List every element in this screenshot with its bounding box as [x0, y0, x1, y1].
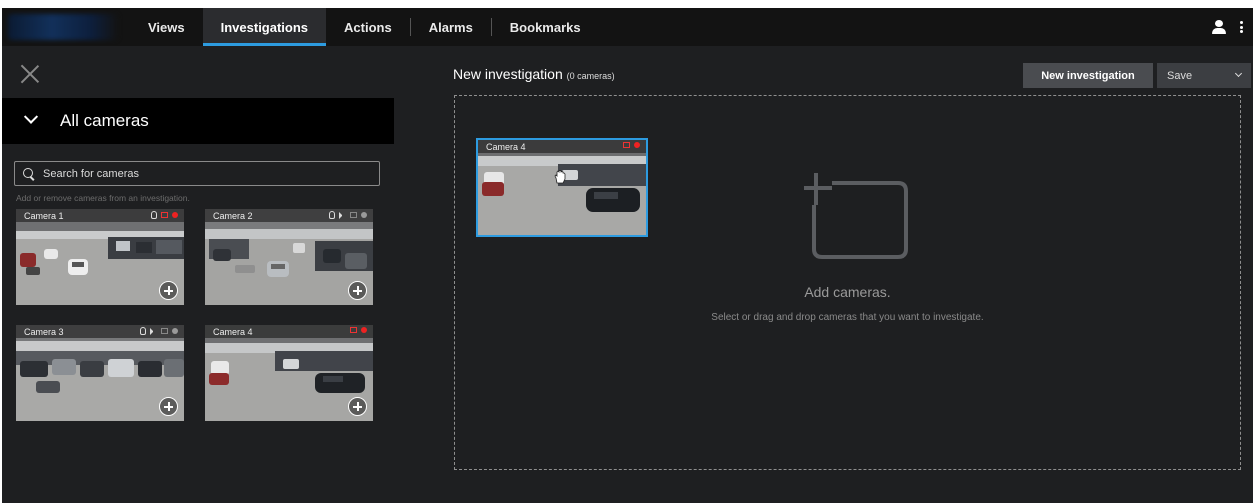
- idle-dot: [361, 212, 367, 218]
- camera-name: Camera 4: [486, 141, 526, 152]
- camera-panel: All cameras Add or remove cameras from a…: [2, 46, 394, 503]
- microphone-icon: [140, 327, 146, 335]
- camera-tile-4[interactable]: Camera 4: [205, 325, 373, 421]
- camera-tile-header: Camera 4: [478, 140, 646, 153]
- search-input[interactable]: [43, 167, 379, 180]
- camera-tile-header: Camera 4: [205, 325, 373, 338]
- main-nav: Views Investigations Actions Alarms Book…: [130, 8, 599, 46]
- camera-status-indicators: [623, 142, 640, 148]
- tab-investigations[interactable]: Investigations: [202, 8, 327, 46]
- save-dropdown-button[interactable]: Save: [1157, 63, 1251, 88]
- tab-bookmarks[interactable]: Bookmarks: [492, 8, 599, 46]
- camera-tile-header: Camera 2: [205, 209, 373, 222]
- dragged-camera-tile[interactable]: Camera 4: [476, 138, 648, 237]
- camera-tile-header: Camera 3: [16, 325, 184, 338]
- investigation-title: New investigation (0 cameras): [453, 66, 615, 82]
- investigation-name: New investigation: [453, 66, 563, 82]
- camera-tile-header: Camera 1: [16, 209, 184, 222]
- tab-alarms[interactable]: Alarms: [411, 8, 491, 46]
- all-cameras-header[interactable]: All cameras: [2, 98, 394, 144]
- new-investigation-button[interactable]: New investigation: [1023, 63, 1153, 88]
- recording-icon: [623, 142, 630, 148]
- camera-tile-3[interactable]: Camera 3: [16, 325, 184, 421]
- camera-tile-1[interactable]: Camera 1: [16, 209, 184, 305]
- top-bar: Views Investigations Actions Alarms Book…: [2, 8, 1253, 46]
- tab-views[interactable]: Views: [130, 8, 203, 46]
- camera-status-indicators: [329, 211, 367, 219]
- user-icon[interactable]: [1212, 20, 1226, 34]
- recording-icon: [161, 212, 168, 218]
- chevron-down-icon: [23, 109, 39, 124]
- add-camera-button[interactable]: [348, 397, 367, 416]
- add-camera-icon: [804, 173, 908, 259]
- speaker-icon: [339, 211, 346, 219]
- top-right-actions: [1212, 8, 1243, 46]
- camera-status-indicators: [151, 211, 178, 219]
- camera-thumbnail: [478, 140, 646, 235]
- camera-search: [14, 161, 380, 186]
- close-icon[interactable]: [20, 64, 40, 84]
- grab-cursor-icon: [554, 170, 566, 184]
- camera-name: Camera 4: [213, 326, 253, 337]
- microphone-icon: [329, 211, 335, 219]
- recording-icon: [350, 327, 357, 333]
- empty-state-subtitle: Select or drag and drop cameras that you…: [711, 312, 984, 323]
- logo: [8, 14, 118, 40]
- camera-name: Camera 3: [24, 326, 64, 337]
- camera-tile-2[interactable]: Camera 2: [205, 209, 373, 305]
- speaker-icon: [150, 327, 157, 335]
- idle-icon: [350, 212, 357, 218]
- microphone-icon: [151, 211, 157, 219]
- recording-dot: [361, 327, 367, 333]
- add-camera-button[interactable]: [348, 281, 367, 300]
- app-window: Views Investigations Actions Alarms Book…: [2, 8, 1253, 503]
- all-cameras-label: All cameras: [60, 111, 149, 130]
- camera-count: (0 cameras): [566, 71, 615, 81]
- camera-name: Camera 1: [24, 210, 64, 221]
- add-camera-button[interactable]: [159, 281, 178, 300]
- camera-name: Camera 2: [213, 210, 253, 221]
- empty-state-title: Add cameras.: [804, 284, 891, 300]
- save-label: Save: [1167, 69, 1193, 82]
- idle-dot: [172, 328, 178, 334]
- idle-icon: [161, 328, 168, 334]
- tab-actions[interactable]: Actions: [326, 8, 410, 46]
- recording-dot: [634, 142, 640, 148]
- search-hint: Add or remove cameras from an investigat…: [16, 193, 190, 203]
- camera-status-indicators: [350, 327, 367, 333]
- recording-dot: [172, 212, 178, 218]
- more-menu-icon[interactable]: [1240, 21, 1243, 33]
- add-camera-button[interactable]: [159, 397, 178, 416]
- chevron-down-icon: [1234, 69, 1243, 78]
- camera-status-indicators: [140, 327, 178, 335]
- search-icon: [23, 167, 35, 180]
